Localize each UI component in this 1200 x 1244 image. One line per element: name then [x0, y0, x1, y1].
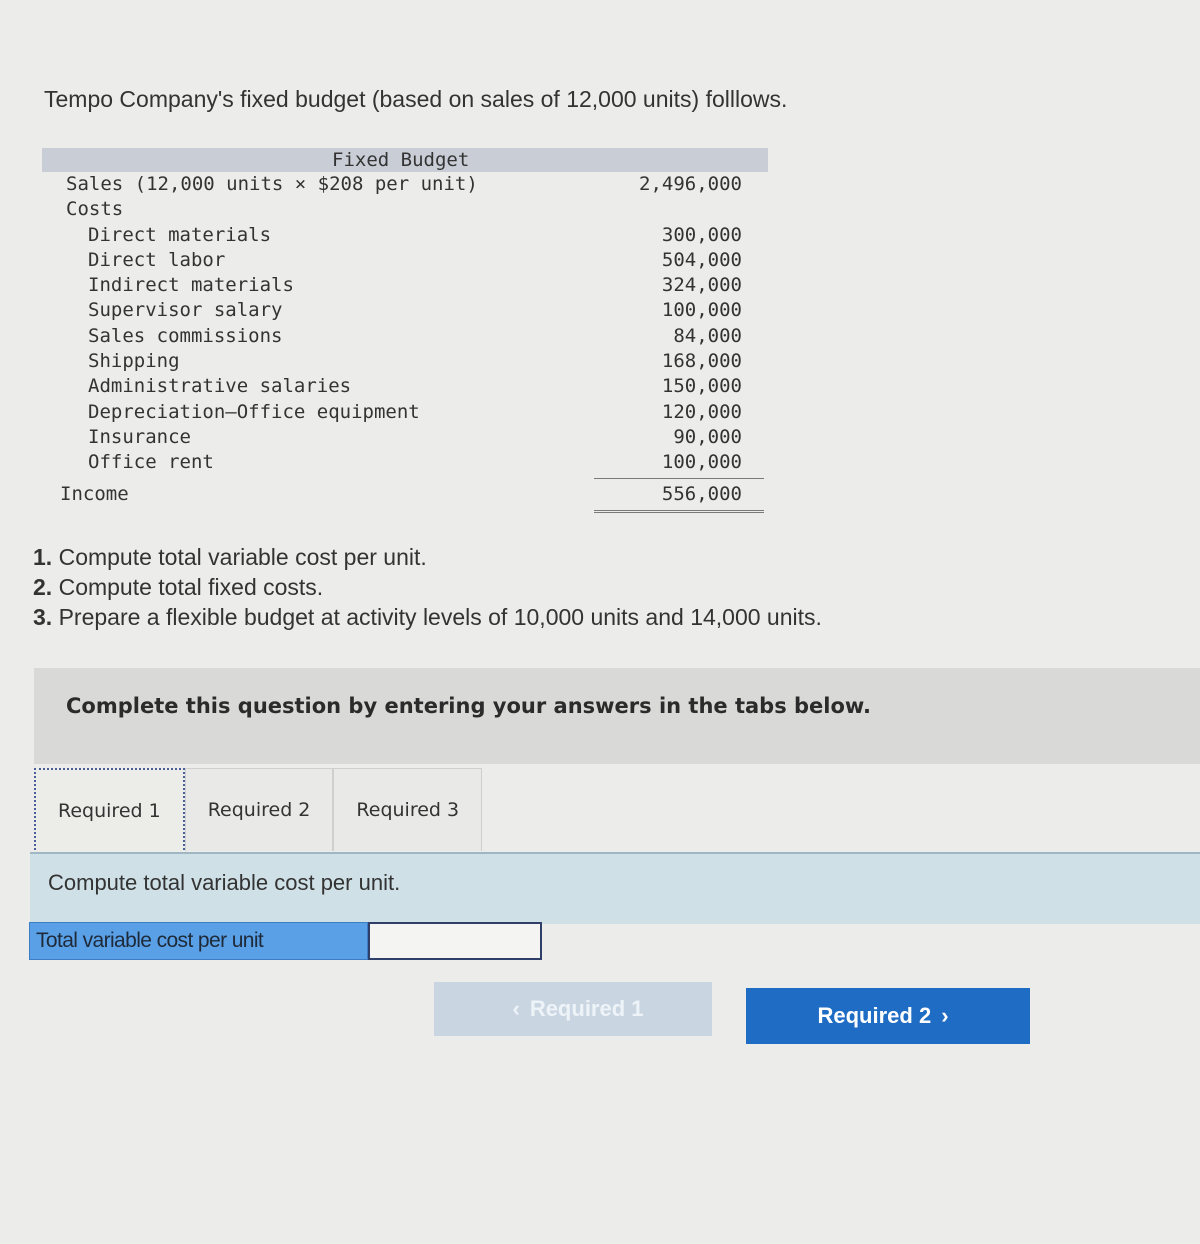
cost-row: Sales commissions 84,000: [42, 324, 768, 349]
sales-row: Sales (12,000 units × $208 per unit) 2,4…: [42, 172, 768, 197]
cost-value: 324,000: [661, 274, 742, 297]
prev-button-label: Required 1: [529, 996, 644, 1021]
question-item: 3. Prepare a flexible budget at activity…: [33, 602, 822, 632]
cost-row: Insurance 90,000: [42, 425, 768, 450]
question-item: 2. Compute total fixed costs.: [33, 572, 822, 602]
cost-row: Direct labor 504,000: [42, 248, 768, 273]
cost-label: Indirect materials: [88, 274, 294, 297]
fixed-budget-table: Fixed Budget Sales (12,000 units × $208 …: [42, 148, 768, 514]
cost-value: 300,000: [661, 223, 742, 246]
prev-required-button[interactable]: ‹ Required 1: [434, 982, 712, 1036]
cost-value: 150,000: [661, 375, 742, 398]
cost-label: Depreciation—Office equipment: [88, 400, 420, 423]
cost-label: Office rent: [88, 451, 214, 474]
question-number: 2.: [33, 574, 53, 600]
instruction-banner: Complete this question by entering your …: [34, 668, 1200, 764]
cost-value: 120,000: [661, 400, 742, 423]
panel-heading: Compute total variable cost per unit.: [48, 870, 401, 895]
cost-label: Insurance: [88, 425, 191, 448]
question-text: Compute total variable cost per unit.: [52, 544, 427, 570]
next-button-label: Required 2: [817, 1003, 932, 1028]
cost-label: Direct labor: [88, 248, 226, 271]
question-text: Prepare a flexible budget at activity le…: [52, 604, 822, 630]
cost-value: 100,000: [661, 451, 742, 474]
cost-label: Administrative salaries: [88, 375, 352, 398]
sales-value: 2,496,000: [639, 173, 742, 195]
chevron-right-icon: ›: [941, 1003, 949, 1028]
requirement-tabs: Required 1 Required 2 Required 3: [34, 768, 483, 854]
panel-heading-bar: Compute total variable cost per unit.: [30, 852, 1200, 924]
budget-header: Fixed Budget: [42, 148, 768, 172]
instruction-text: Complete this question by entering your …: [66, 694, 871, 718]
tab-required-2[interactable]: Required 2: [184, 768, 334, 851]
cost-value: 90,000: [673, 425, 742, 448]
answer-label: Total variable cost per unit: [29, 922, 368, 960]
tab-required-1[interactable]: Required 1: [34, 768, 185, 854]
costs-label: Costs: [66, 198, 124, 221]
cost-label: Direct materials: [88, 223, 272, 246]
cost-label: Supervisor salary: [88, 299, 283, 322]
question-list: 1. Compute total variable cost per unit.…: [33, 542, 822, 632]
cost-row: Shipping 168,000: [42, 349, 768, 374]
cost-value: 84,000: [673, 324, 742, 347]
cost-row: Indirect materials 324,000: [42, 273, 768, 298]
chevron-left-icon: ‹: [512, 996, 520, 1021]
cost-row: Office rent 100,000: [42, 450, 768, 479]
costs-row: Costs: [42, 197, 768, 222]
cost-row: Depreciation—Office equipment 120,000: [42, 400, 768, 425]
cost-row: Direct materials 300,000: [42, 223, 768, 248]
cost-row: Supervisor salary 100,000: [42, 298, 768, 323]
sales-label: Sales (12,000 units × $208 per unit): [66, 173, 478, 195]
total-variable-cost-input[interactable]: [368, 922, 542, 960]
cost-value: 504,000: [661, 248, 742, 271]
tab-required-3[interactable]: Required 3: [333, 768, 483, 851]
question-text: Compute total fixed costs.: [52, 574, 324, 600]
question-number: 1.: [33, 544, 53, 570]
income-row: Income 556,000: [42, 482, 768, 514]
problem-intro: Tempo Company's fixed budget (based on s…: [44, 86, 788, 112]
next-required-button[interactable]: Required 2 ›: [746, 988, 1030, 1044]
cost-label: Shipping: [88, 350, 180, 373]
cost-label: Sales commissions: [88, 324, 283, 347]
cost-row: Administrative salaries 150,000: [42, 374, 768, 399]
cost-value: 168,000: [661, 350, 742, 373]
answer-row: Total variable cost per unit: [29, 922, 542, 960]
income-value: 556,000: [661, 482, 742, 505]
question-item: 1. Compute total variable cost per unit.: [33, 542, 822, 572]
question-number: 3.: [33, 604, 53, 630]
cost-value: 100,000: [661, 299, 742, 322]
income-label: Income: [60, 482, 129, 505]
